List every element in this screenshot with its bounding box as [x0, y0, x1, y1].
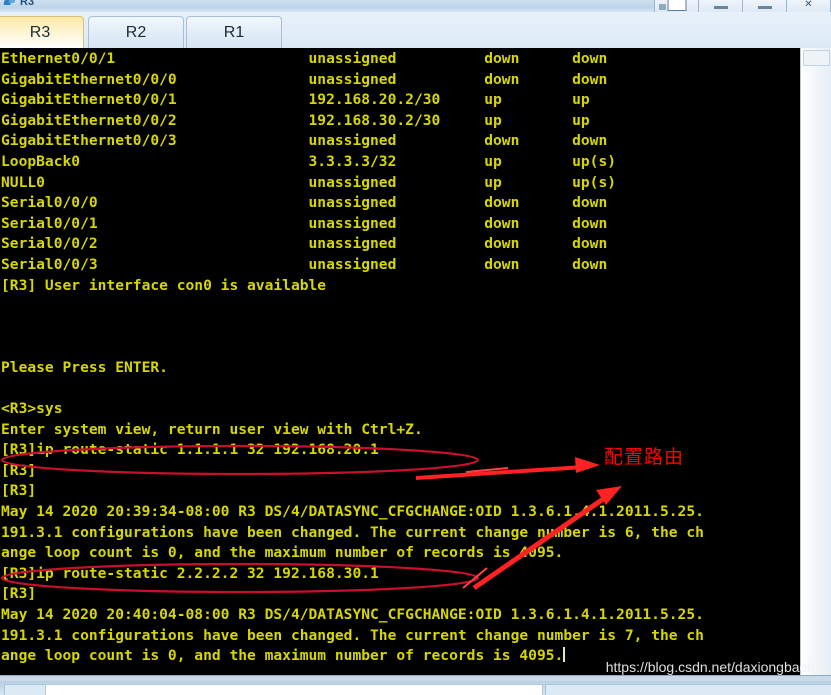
- tab-r3-label: R3: [29, 23, 51, 41]
- terminal-caret: [563, 647, 566, 663]
- maximize-icon: [757, 6, 772, 9]
- window-bottom-bar: [0, 675, 831, 695]
- terminal-line: [R3] User interface con0 is available: [1, 276, 327, 294]
- device-tabstrip: R3 R2 R1: [0, 12, 831, 49]
- terminal-line: NULL0 unassigned up up(s): [1, 173, 617, 191]
- terminal-line: Serial0/0/3 unassigned down down: [1, 255, 608, 273]
- terminal-line: <R3>sys: [1, 400, 63, 418]
- tab-r1-label: R1: [223, 23, 245, 41]
- terminal-line: GigabitEthernet0/0/2 192.168.30.2/30 up …: [1, 111, 590, 129]
- terminal-line: May 14 2020 20:40:04-08:00 R3 DS/4/DATAS…: [1, 606, 704, 624]
- maximize-window-button[interactable]: [742, 0, 787, 12]
- terminal-line: [R3]: [1, 585, 37, 603]
- terminal-line: Serial0/0/2 unassigned down down: [1, 235, 608, 253]
- terminal-line: Ethernet0/0/1 unassigned down down: [1, 50, 608, 67]
- restore-icon: [659, 4, 666, 10]
- terminal-output[interactable]: Ethernet0/0/1 unassigned down down Gigabi…: [0, 48, 800, 676]
- restore-window-button[interactable]: [654, 0, 699, 12]
- terminal-line: [R3]: [1, 482, 37, 500]
- terminal-line: Serial0/0/1 unassigned down down: [1, 214, 608, 232]
- app-logo-icon: [3, 0, 16, 8]
- terminal-line: 191.3.1 configurations have been changed…: [1, 626, 704, 644]
- bottom-chip-left: [4, 684, 46, 695]
- annotation-label: 配置路由: [604, 446, 685, 468]
- close-icon: ✕: [804, 0, 813, 10]
- terminal-scrollbar[interactable]: [800, 48, 831, 676]
- bottom-chip-right: [545, 684, 831, 695]
- terminal-line: Please Press ENTER.: [1, 358, 168, 376]
- scrollbar-thumb[interactable]: [803, 50, 830, 66]
- terminal-line: 191.3.1 configurations have been changed…: [1, 523, 704, 541]
- window-title-group: R3: [3, 0, 35, 8]
- terminal-line: Enter system view, return user view with…: [1, 420, 423, 438]
- minimize-icon: [713, 6, 728, 9]
- tab-r2-label: R2: [125, 23, 147, 41]
- terminal-line: May 14 2020 20:39:34-08:00 R3 DS/4/DATAS…: [1, 503, 704, 521]
- watermark: https://blog.csdn.net/daxiongbaobei: [605, 659, 826, 675]
- terminal-frame: Ethernet0/0/1 unassigned down down Gigabi…: [0, 48, 831, 676]
- terminal-line: [R3]ip route-static 2.2.2.2 32 192.168.3…: [1, 564, 379, 582]
- bottom-chip-center: [45, 684, 543, 695]
- terminal-line: Serial0/0/0 unassigned down down: [1, 194, 608, 212]
- terminal-line: GigabitEthernet0/0/3 unassigned down dow…: [1, 132, 608, 150]
- router-cli-window: R3 ✕ R3 R2 R1 Ethernet0/0/1 unassigned d…: [0, 0, 831, 695]
- window-titlebar: R3 ✕: [0, 0, 831, 12]
- tab-r3[interactable]: R3: [0, 16, 84, 48]
- tab-r1[interactable]: R1: [186, 16, 282, 48]
- close-window-button[interactable]: ✕: [786, 0, 831, 12]
- restore-box-icon: [667, 0, 686, 11]
- tab-r2[interactable]: R2: [88, 16, 184, 48]
- terminal-line: ange loop count is 0, and the maximum nu…: [1, 544, 564, 562]
- terminal-line: LoopBack0 3.3.3.3/32 up up(s): [1, 152, 617, 170]
- minimize-window-button[interactable]: [698, 0, 743, 12]
- terminal-line: GigabitEthernet0/0/0 unassigned down dow…: [1, 70, 608, 88]
- window-controls: ✕: [654, 0, 831, 12]
- window-title: R3: [20, 0, 35, 8]
- terminal-line: GigabitEthernet0/0/1 192.168.20.2/30 up …: [1, 91, 590, 109]
